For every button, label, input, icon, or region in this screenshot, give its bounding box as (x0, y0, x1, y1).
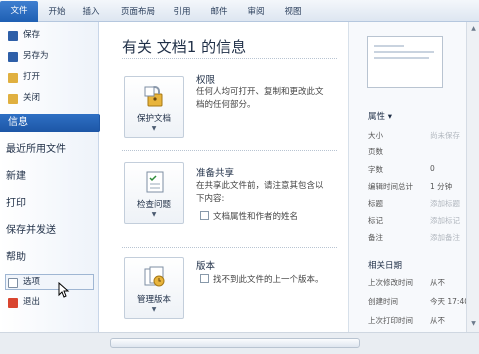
exit-icon (8, 298, 18, 308)
related-dates-heading: 相关日期 (368, 261, 403, 271)
checklist-icon (142, 169, 168, 195)
divider (122, 58, 337, 59)
prop-comments[interactable]: 备注 添加备注 (368, 232, 479, 244)
scroll-down-icon[interactable]: ▼ (469, 320, 478, 327)
tab-file[interactable]: 文件 (0, 1, 38, 22)
prop-title[interactable]: 标题 添加标题 (368, 198, 479, 210)
tab-mailings[interactable]: 邮件 (206, 4, 232, 22)
bullet-doc-icon (200, 274, 209, 283)
date-last-printed: 上次打印时间 从不 (368, 316, 445, 325)
check-issues-button[interactable]: 检查问题 ▼ (124, 162, 184, 224)
nav-recent[interactable]: 最近所用文件 (6, 141, 66, 159)
close-folder-icon (8, 94, 18, 104)
tab-insert[interactable]: 插入 (78, 4, 104, 22)
preview-line (374, 57, 429, 59)
horizontal-scrollbar[interactable] (0, 332, 479, 354)
scroll-up-icon[interactable]: ▲ (469, 25, 478, 32)
prop-pages: 页数 (368, 147, 383, 156)
tab-review[interactable]: 审阅 (243, 4, 269, 22)
manage-versions-button[interactable]: 管理版本 ▼ (124, 257, 184, 319)
nav-help[interactable]: 帮助 (6, 249, 26, 267)
scrollbar-thumb[interactable] (110, 338, 360, 348)
prop-size: 大小 尚未保存 (368, 131, 460, 140)
dropdown-arrow-icon: ▼ (151, 125, 157, 132)
permissions-heading: 权限 (196, 75, 216, 86)
share-heading: 准备共享 (196, 168, 235, 179)
bullet-doc-icon (200, 211, 209, 220)
share-text: 在共享此文件前，请注意其包含以下内容: (196, 181, 324, 204)
save-as-icon (8, 52, 18, 62)
versions-heading: 版本 (196, 261, 216, 272)
vertical-scrollbar[interactable]: ▲ ▼ (466, 22, 479, 332)
tab-home[interactable]: 开始 (44, 4, 70, 22)
prop-tags[interactable]: 标记 添加标记 (368, 215, 479, 227)
open-folder-icon (8, 73, 18, 83)
date-created: 创建时间 今天 17:40 (368, 297, 469, 306)
lock-key-icon (142, 83, 168, 109)
protect-document-button[interactable]: 保护文档 ▼ (124, 76, 184, 138)
preview-line (374, 45, 404, 47)
divider (122, 150, 337, 151)
divider (122, 247, 337, 248)
page-title: 有关 文档1 的信息 (122, 38, 247, 56)
nav-save-send[interactable]: 保存并发送 (6, 222, 56, 240)
permissions-text: 任何人均可打开、复制和更改此文档的任何部分。 (196, 87, 324, 110)
tab-references[interactable]: 引用 (169, 4, 195, 22)
prop-edit-time: 编辑时间总计 1 分钟 (368, 182, 453, 191)
properties-panel: 属性 ▾ 大小 尚未保存 页数 字数 0 编辑时间总计 1 分钟 标题 添加标题 标记添… (348, 22, 479, 332)
nav-print[interactable]: 打印 (6, 195, 26, 213)
options-highlight (5, 274, 94, 290)
tab-page-layout[interactable]: 页面布局 (115, 4, 161, 22)
prop-words: 字数 0 (368, 164, 435, 174)
dropdown-arrow-icon: ▼ (151, 211, 157, 218)
versions-icon (142, 264, 168, 290)
nav-new[interactable]: 新建 (6, 168, 26, 186)
ribbon-tab-bar: 文件 开始 插入 页面布局 引用 邮件 审阅 视图 (0, 0, 479, 22)
options-doc-icon (8, 278, 18, 288)
date-last-modified: 上次修改时间 从不 (368, 278, 445, 287)
mouse-cursor-icon (58, 282, 70, 298)
share-item: 文档属性和作者的姓名 (200, 210, 298, 222)
versions-text: 找不到此文件的上一个版本。 (200, 273, 324, 285)
backstage-nav: 保存 另存为 打开 关闭 信息 最近所用文件 新建 打印 保存并发送 帮助 选项… (0, 22, 106, 332)
save-icon (8, 31, 18, 41)
properties-heading[interactable]: 属性 ▾ (368, 110, 392, 122)
info-panel: 有关 文档1 的信息 保护文档 ▼ 权限 任何人均可打开、复制和更改此文档的任何… (100, 22, 347, 332)
dropdown-arrow-icon: ▼ (151, 306, 157, 313)
preview-line (374, 51, 434, 53)
document-preview-thumbnail[interactable] (367, 36, 443, 88)
nav-info[interactable]: 信息 (0, 114, 106, 132)
tab-view[interactable]: 视图 (280, 4, 306, 22)
